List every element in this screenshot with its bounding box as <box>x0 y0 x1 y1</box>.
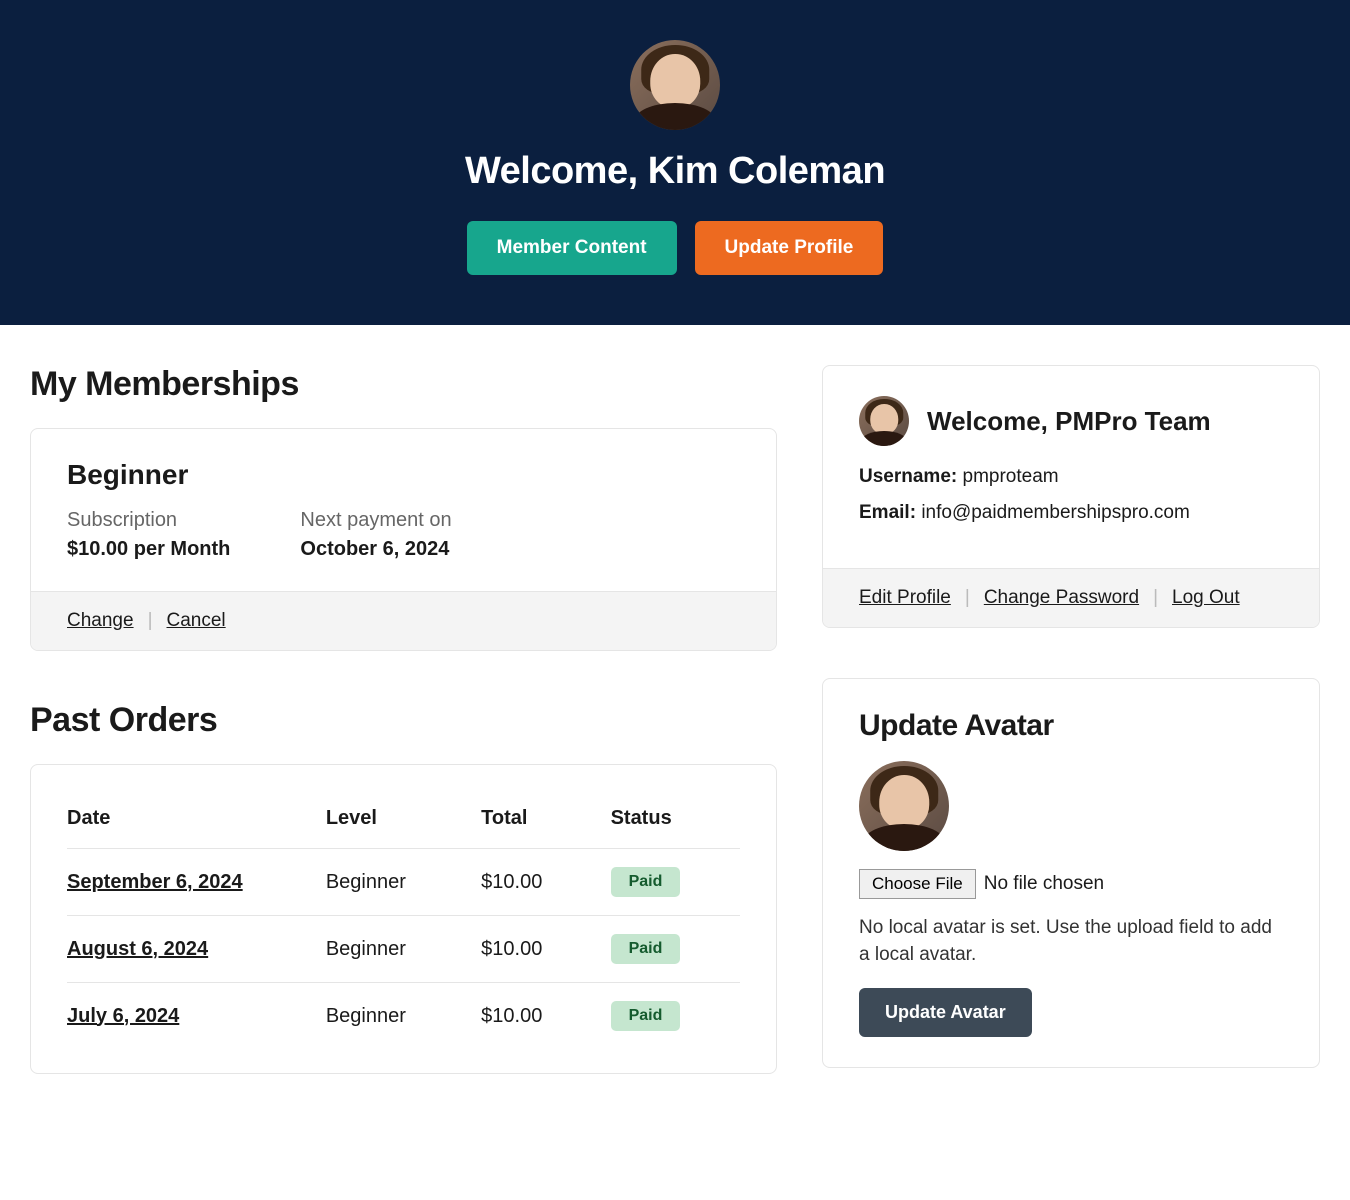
next-payment-value: October 6, 2024 <box>300 538 451 561</box>
subscription-value: $10.00 per Month <box>67 538 230 561</box>
current-avatar <box>859 761 949 851</box>
profile-card: Welcome, PMPro Team Username: pmproteam … <box>822 365 1320 628</box>
update-avatar-button[interactable]: Update Avatar <box>859 988 1032 1037</box>
order-total: $10.00 <box>481 938 610 961</box>
past-orders-heading: Past Orders <box>30 701 777 740</box>
separator: | <box>1153 587 1158 609</box>
choose-file-button[interactable]: Choose File <box>859 869 976 899</box>
status-badge: Paid <box>611 934 681 964</box>
status-badge: Paid <box>611 867 681 897</box>
memberships-heading: My Memberships <box>30 365 777 404</box>
update-avatar-heading: Update Avatar <box>859 709 1283 743</box>
col-level: Level <box>326 807 481 830</box>
order-level: Beginner <box>326 871 481 894</box>
order-level: Beginner <box>326 1005 481 1028</box>
file-chosen-text: No file chosen <box>984 873 1104 895</box>
update-avatar-card: Update Avatar Choose File No file chosen… <box>822 678 1320 1068</box>
order-date-link[interactable]: July 6, 2024 <box>67 1005 179 1027</box>
membership-level-name: Beginner <box>67 459 740 491</box>
table-row: August 6, 2024 Beginner$10.00Paid <box>67 916 740 983</box>
change-link[interactable]: Change <box>67 610 134 632</box>
avatar-note: No local avatar is set. Use the upload f… <box>859 915 1283 968</box>
welcome-banner: Welcome, Kim Coleman Member Content Upda… <box>0 0 1350 325</box>
order-date-link[interactable]: September 6, 2024 <box>67 871 243 893</box>
edit-profile-link[interactable]: Edit Profile <box>859 587 951 609</box>
col-status: Status <box>611 807 740 830</box>
username-line: Username: pmproteam <box>859 466 1283 488</box>
order-total: $10.00 <box>481 871 610 894</box>
email-line: Email: info@paidmembershipspro.com <box>859 502 1283 524</box>
order-date-link[interactable]: August 6, 2024 <box>67 938 208 960</box>
member-content-button[interactable]: Member Content <box>467 221 677 275</box>
table-row: July 6, 2024 Beginner$10.00Paid <box>67 983 740 1049</box>
welcome-title: Welcome, Kim Coleman <box>20 150 1330 193</box>
order-level: Beginner <box>326 938 481 961</box>
table-row: September 6, 2024 Beginner$10.00Paid <box>67 849 740 916</box>
update-profile-button[interactable]: Update Profile <box>695 221 884 275</box>
orders-card: Date Level Total Status September 6, 202… <box>30 764 777 1074</box>
membership-card: Beginner Subscription $10.00 per Month N… <box>30 428 777 651</box>
separator: | <box>965 587 970 609</box>
profile-welcome: Welcome, PMPro Team <box>927 406 1211 437</box>
change-password-link[interactable]: Change Password <box>984 587 1139 609</box>
status-badge: Paid <box>611 1001 681 1031</box>
banner-avatar <box>630 40 720 130</box>
col-total: Total <box>481 807 610 830</box>
col-date: Date <box>67 807 326 830</box>
order-total: $10.00 <box>481 1005 610 1028</box>
profile-avatar <box>859 396 909 446</box>
logout-link[interactable]: Log Out <box>1172 587 1240 609</box>
cancel-link[interactable]: Cancel <box>167 610 226 632</box>
subscription-label: Subscription <box>67 509 230 532</box>
orders-table-header: Date Level Total Status <box>67 789 740 849</box>
next-payment-label: Next payment on <box>300 509 451 532</box>
separator: | <box>148 610 153 632</box>
